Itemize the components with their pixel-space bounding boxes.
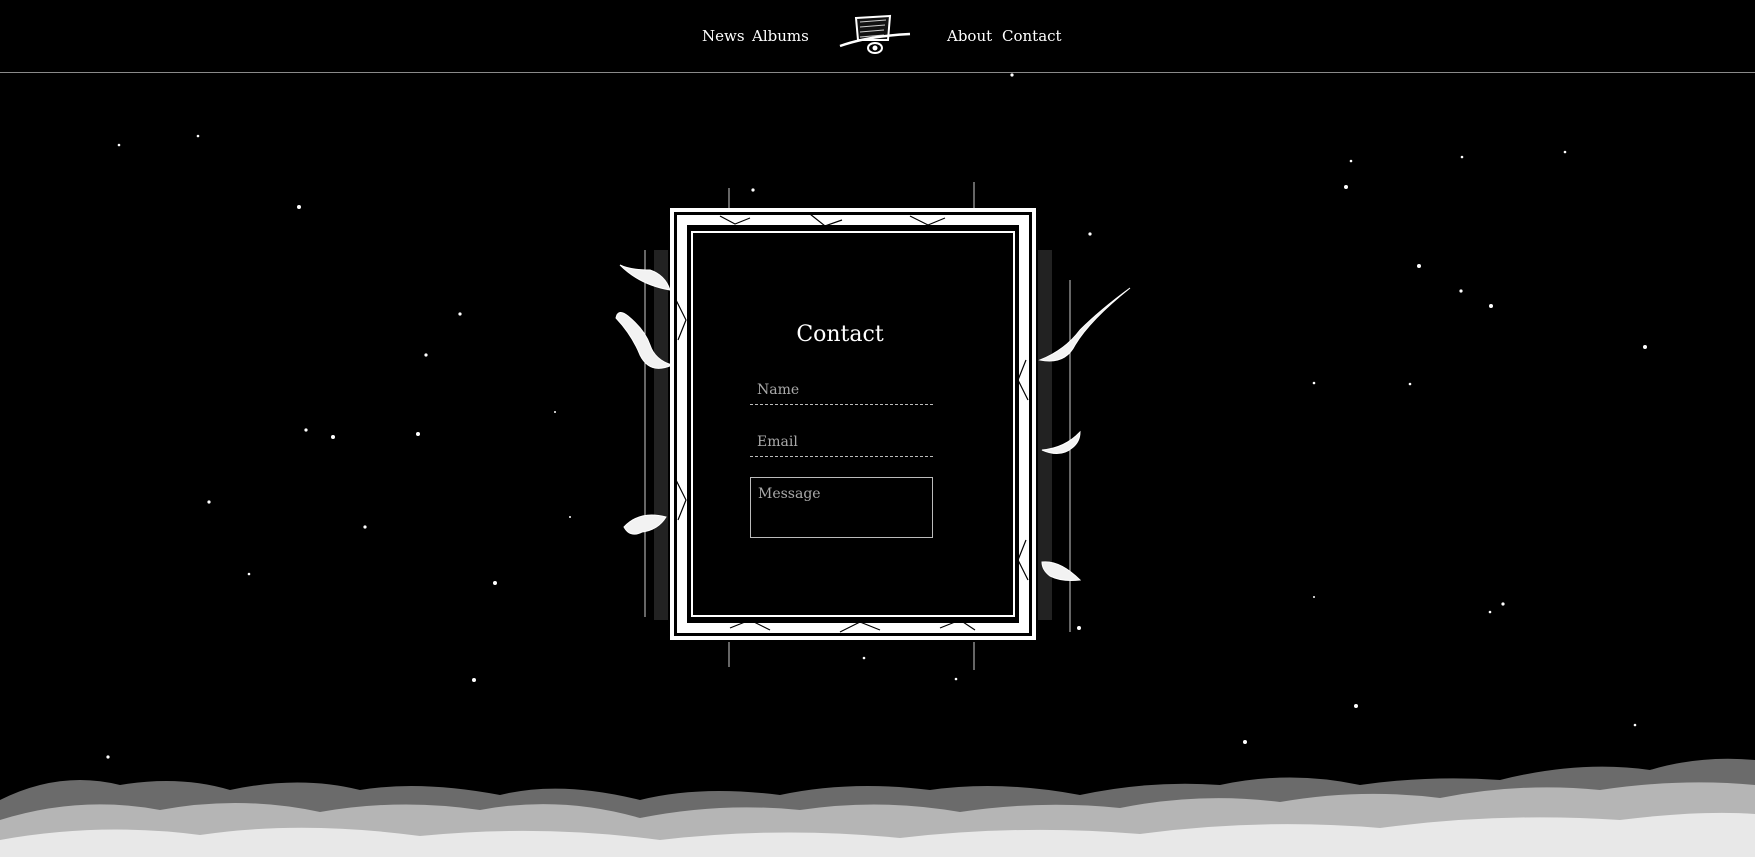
- contact-title: Contact: [796, 322, 884, 347]
- email-field[interactable]: [750, 427, 933, 457]
- ornate-frame-illustration: [615, 182, 1131, 670]
- nav-news-link[interactable]: News: [702, 27, 745, 45]
- nav-about-link[interactable]: About: [947, 27, 992, 45]
- nav-albums-link[interactable]: Albums: [752, 27, 809, 45]
- site-header: News Albums About Contact: [0, 0, 1755, 73]
- top-hat-logo-icon[interactable]: [838, 12, 912, 56]
- name-field[interactable]: [750, 375, 933, 405]
- nav-contact-link[interactable]: Contact: [1002, 27, 1062, 45]
- message-field[interactable]: [750, 477, 933, 538]
- cloud-footer-decoration: [0, 758, 1755, 857]
